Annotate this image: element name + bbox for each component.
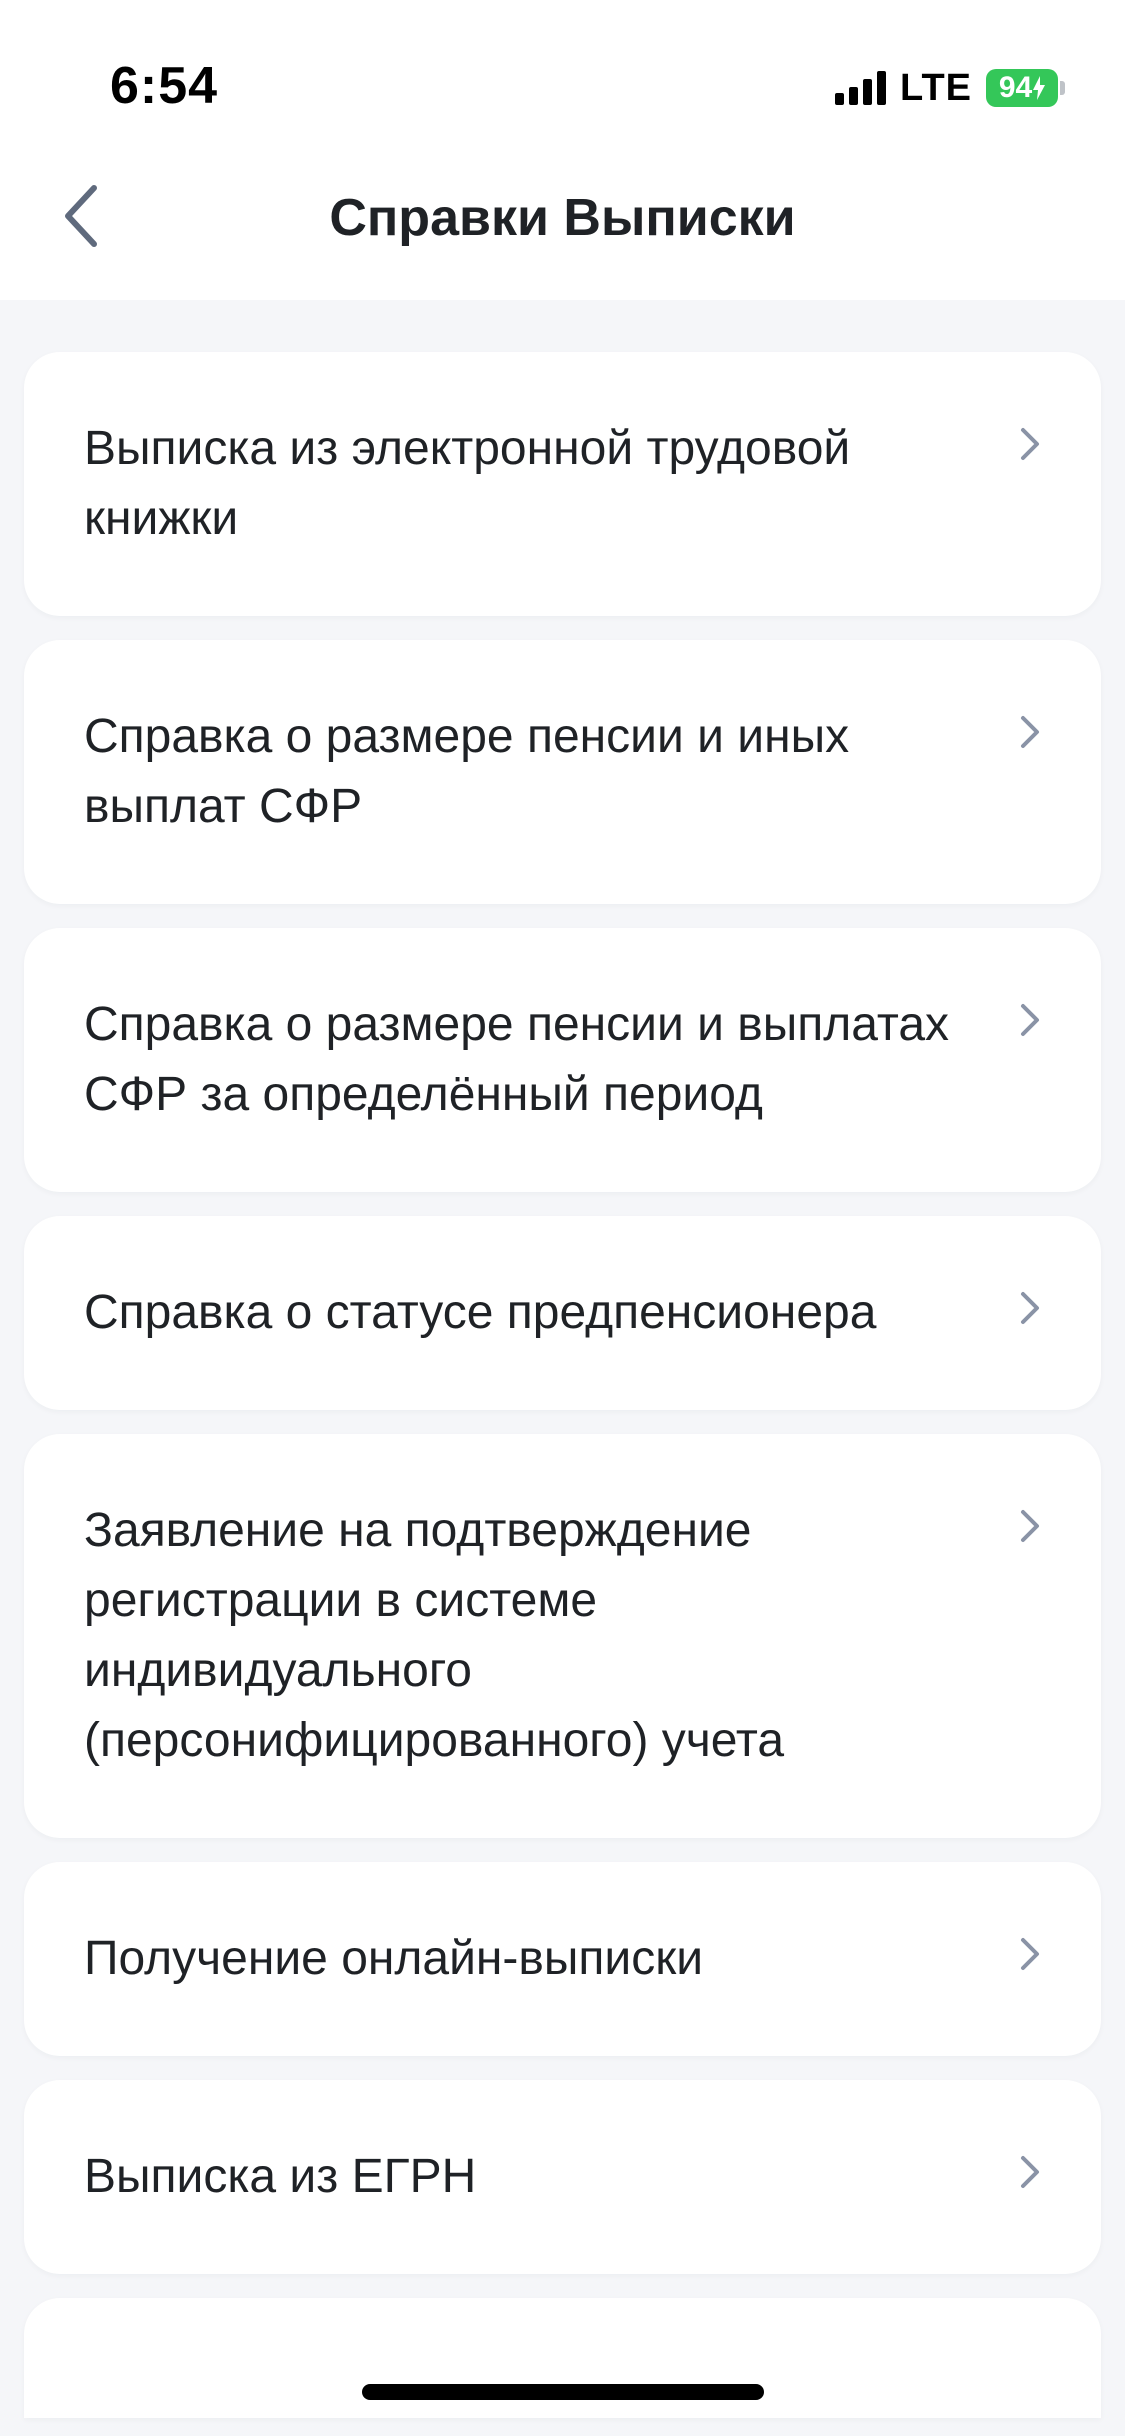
- list-item-label: Справка о статусе предпенсионера: [84, 1286, 877, 1339]
- list-item-label: Получение онлайн-выписки: [84, 1932, 704, 1985]
- status-time: 6:54: [110, 57, 219, 115]
- signal-icon: [835, 71, 887, 105]
- chevron-right-icon: [1021, 1510, 1039, 1542]
- list-item-egrn-statement[interactable]: Выписка из ЕГРН: [24, 2080, 1101, 2274]
- list-item-label: Выписка из ЕГРН: [84, 2150, 477, 2203]
- battery-icon: 94: [986, 69, 1065, 107]
- list-item-employment-record[interactable]: Выписка из электронной трудовой книжки: [24, 352, 1101, 616]
- list-item-label: Заявление на подтверждение регистрации в…: [84, 1504, 785, 1767]
- status-indicators: LTE 94: [835, 66, 1065, 110]
- charging-bolt-icon: [1033, 76, 1046, 100]
- navigation-bar: Справки Выписки: [0, 140, 1125, 300]
- chevron-right-icon: [1021, 2156, 1039, 2188]
- chevron-right-icon: [1021, 1938, 1039, 1970]
- network-type: LTE: [900, 66, 972, 109]
- list-item-label: Выписка из электронной трудовой книжки: [84, 422, 851, 545]
- list-item-pre-pensioner-status[interactable]: Справка о статусе предпенсионера: [24, 1216, 1101, 1410]
- page-title: Справки Выписки: [329, 189, 796, 247]
- list-item-label: Справка о размере пенсии и иных выплат С…: [84, 710, 850, 833]
- home-indicator[interactable]: [362, 2384, 764, 2400]
- battery-percent: 94: [998, 71, 1033, 104]
- status-bar: 6:54 LTE 94: [0, 0, 1125, 140]
- list-item-pension-period-certificate[interactable]: Справка о размере пенсии и выплатах СФР …: [24, 928, 1101, 1192]
- list-item-partial[interactable]: [24, 2298, 1101, 2418]
- chevron-right-icon: [1021, 1292, 1039, 1324]
- battery-cap: [1060, 81, 1065, 95]
- chevron-right-icon: [1021, 1004, 1039, 1036]
- list-item-online-statement[interactable]: Получение онлайн-выписки: [24, 1862, 1101, 2056]
- list-item-label: Справка о размере пенсии и выплатах СФР …: [84, 998, 950, 1121]
- list-item-registration-confirmation[interactable]: Заявление на подтверждение регистрации в…: [24, 1434, 1101, 1838]
- document-list: Выписка из электронной трудовой книжки С…: [24, 352, 1101, 2418]
- list-item-pension-certificate[interactable]: Справка о размере пенсии и иных выплат С…: [24, 640, 1101, 904]
- chevron-right-icon: [1021, 716, 1039, 748]
- chevron-right-icon: [1021, 428, 1039, 460]
- battery-level: 94: [986, 69, 1058, 107]
